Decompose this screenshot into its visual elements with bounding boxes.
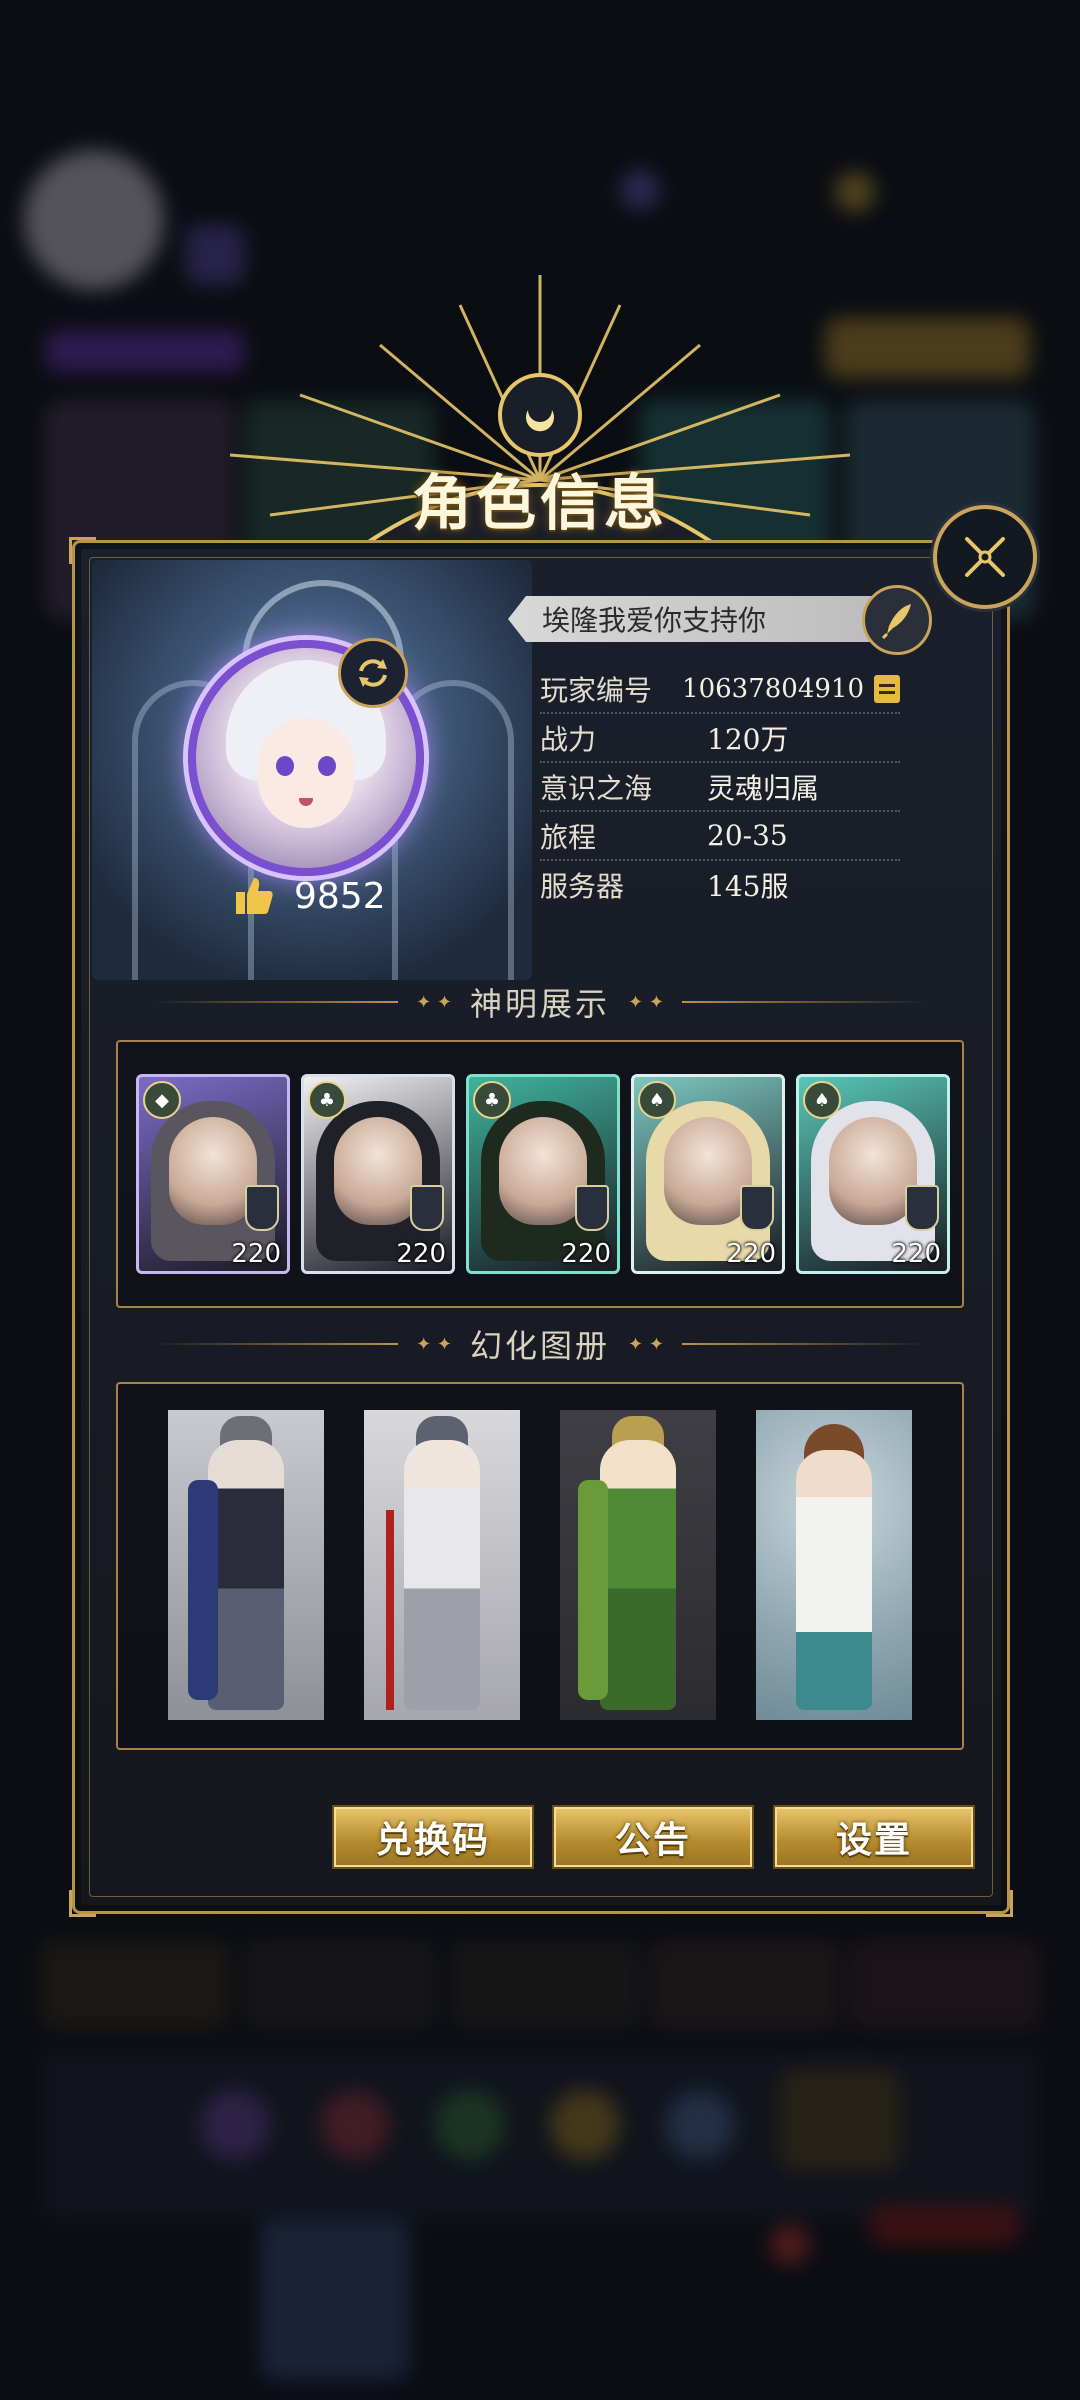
spade-icon: ♠: [638, 1081, 676, 1119]
info-label: 玩家编号: [540, 673, 653, 707]
copy-icon[interactable]: [874, 674, 900, 703]
player-name-text: 埃隆我爱你支持你: [542, 604, 767, 637]
info-label: 服务器: [540, 869, 625, 903]
diamond-icon: ◆: [143, 1081, 181, 1119]
info-row-player-id: 玩家编号 10637804910: [540, 665, 900, 714]
section-title: 幻化图册: [470, 1327, 611, 1365]
god-card[interactable]: ♣ 220: [301, 1074, 455, 1274]
info-value: 120万: [707, 722, 789, 756]
quill-edit-icon: [881, 604, 911, 640]
god-level: 220: [561, 1239, 611, 1269]
info-row-power: 战力 120万: [540, 714, 900, 763]
player-id-value: 10637804910: [682, 673, 864, 704]
info-row-consciousness-sea: 意识之海 灵魂归属: [540, 763, 900, 812]
info-label: 旅程: [540, 820, 597, 854]
player-info-table: 玩家编号 10637804910 战力 120万 意识之海 灵魂归属 旅程 20…: [540, 665, 900, 908]
dialog-title: 角色信息: [412, 469, 668, 539]
info-row-journey: 旅程 20-35: [540, 812, 900, 861]
section-header-gods: ✦ ✦ 神明展示 ✦ ✦: [152, 982, 929, 1023]
info-label: 意识之海: [540, 771, 653, 805]
info-label: 战力: [540, 722, 597, 756]
god-card[interactable]: ♠ 220: [631, 1074, 785, 1274]
atlas-item[interactable]: [364, 1410, 520, 1720]
god-level: 220: [891, 1239, 941, 1269]
like-count: 9852: [294, 875, 386, 917]
atlas-item[interactable]: [756, 1410, 912, 1720]
info-value: 145服: [707, 869, 789, 903]
redeem-code-button[interactable]: 兑换码: [332, 1805, 534, 1869]
section-header-atlas: ✦ ✦ 幻化图册 ✦ ✦: [152, 1324, 929, 1365]
info-value: 灵魂归属: [707, 771, 820, 805]
settings-button[interactable]: 设置: [773, 1805, 975, 1869]
info-row-server: 服务器 145服: [540, 861, 900, 908]
god-level: 220: [726, 1239, 776, 1269]
edit-name-button[interactable]: [862, 585, 932, 655]
god-portrait: [829, 1117, 917, 1225]
notice-button[interactable]: 公告: [552, 1805, 754, 1869]
god-level: 220: [231, 1239, 281, 1269]
player-name: 埃隆我爱你支持你: [508, 596, 878, 642]
class-shield-icon: [575, 1185, 609, 1231]
god-level: 220: [396, 1239, 446, 1269]
god-card[interactable]: ♣ 220: [466, 1074, 620, 1274]
info-value: 20-35: [707, 819, 788, 852]
close-icon: [965, 537, 1005, 577]
class-shield-icon: [905, 1185, 939, 1231]
atlas-item[interactable]: [560, 1410, 716, 1720]
change-avatar-button[interactable]: [338, 638, 408, 708]
club-icon: ♣: [308, 1081, 346, 1119]
atlas-item[interactable]: [168, 1410, 324, 1720]
section-title: 神明展示: [470, 985, 611, 1023]
club-icon: ♣: [473, 1081, 511, 1119]
god-card[interactable]: ◆ 220: [136, 1074, 290, 1274]
class-shield-icon: [740, 1185, 774, 1231]
god-portrait: [664, 1117, 752, 1225]
class-shield-icon: [410, 1185, 444, 1231]
god-portrait: [169, 1117, 257, 1225]
refresh-icon: [359, 659, 387, 687]
god-portrait: [334, 1117, 422, 1225]
thumbs-up-icon: [236, 878, 273, 914]
god-portrait: [499, 1117, 587, 1225]
like-counter[interactable]: 9852: [232, 870, 402, 922]
god-card[interactable]: ♠ 220: [796, 1074, 950, 1274]
class-shield-icon: [245, 1185, 279, 1231]
spade-icon: ♠: [803, 1081, 841, 1119]
close-button[interactable]: [933, 505, 1037, 609]
